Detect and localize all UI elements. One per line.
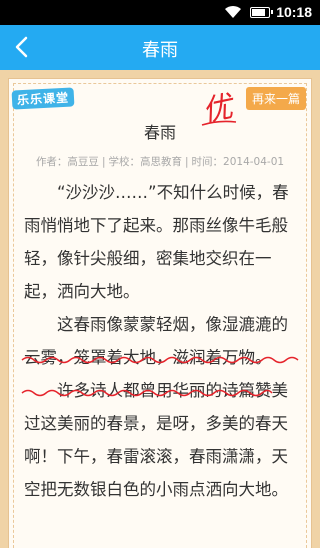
essay-meta: 作者：高豆豆 | 学校：高思教育 | 时间：2014-04-01 (35, 156, 285, 168)
teacher-squiggle-underline-1 (21, 356, 299, 364)
teacher-squiggle-underline-2 (21, 389, 273, 397)
app-bar: 春雨 (0, 25, 320, 70)
time-label: 时间：2014-04-01 (191, 156, 285, 168)
paragraph-1: “沙沙沙……”不知什么时候，春雨悄悄地下了起来。那雨丝像牛毛般轻，像针尖般细，密… (24, 183, 289, 301)
brand-logo: 乐乐课堂 (11, 87, 75, 110)
status-bar: 10:18 (0, 0, 320, 25)
school-label: 学校：高思教育 (108, 156, 182, 168)
battery-icon (250, 7, 273, 18)
essay-body: “沙沙沙……”不知什么时候，春雨悄悄地下了起来。那雨丝像牛毛般轻，像针尖般细，密… (24, 176, 300, 506)
author-label: 作者：高豆豆 (35, 156, 99, 168)
wifi-icon (225, 5, 241, 18)
read-another-button[interactable]: 再来一篇 (245, 87, 306, 110)
page-title: 春雨 (142, 40, 178, 61)
essay-title: 春雨 (143, 123, 176, 142)
status-time: 10:18 (276, 4, 312, 20)
